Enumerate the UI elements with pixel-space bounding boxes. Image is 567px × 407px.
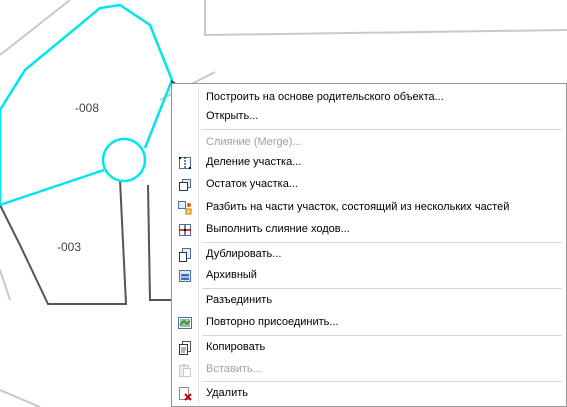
menu-separator (202, 129, 562, 130)
menu-item-delete[interactable]: Удалить (174, 383, 564, 405)
menu-item-label: Удалить (206, 387, 248, 399)
menu-item-label: Открыть... (206, 110, 259, 122)
menu-item-archive[interactable]: Архивный (174, 265, 564, 287)
context-menu: Построить на основе родительского объект… (171, 83, 567, 407)
menu-item-label: Повторно присоединить... (206, 316, 339, 328)
paste-icon (179, 364, 191, 377)
menu-item-copy[interactable]: Копировать (174, 337, 564, 359)
menu-item-label: Выполнить слияние ходов... (206, 223, 350, 235)
menu-separator (202, 335, 562, 336)
parcel-boundaries (0, 179, 171, 305)
duplicate-icon (179, 248, 191, 262)
menu-item-label: Построить на основе родительского объект… (206, 91, 444, 103)
delete-icon (179, 387, 192, 401)
menu-item-label: Дублировать... (206, 248, 282, 260)
menu-separator (202, 242, 562, 243)
menu-item-label: Слияние (Merge)... (206, 136, 302, 148)
explode-multipart-icon (178, 201, 192, 215)
parcel-label-008: -008 (75, 101, 100, 115)
menu-item-merge-courses[interactable]: Выполнить слияние ходов... (174, 219, 564, 241)
menu-item-explode-multipart[interactable]: Разбить на части участок, состоящий из н… (174, 197, 564, 219)
reattach-icon (178, 317, 192, 329)
menu-separator (202, 381, 562, 382)
menu-item-label: Вставить... (206, 363, 262, 375)
parcel-label-003: -003 (57, 240, 82, 254)
menu-item-remainder-parcel[interactable]: Остаток участка... (174, 174, 564, 196)
menu-item-label: Разбить на части участок, состоящий из н… (206, 201, 510, 213)
menu-item-merge: Слияние (Merge)... (174, 132, 564, 154)
divide-parcel-icon (179, 157, 191, 169)
copy-icon (179, 341, 191, 355)
menu-separator (202, 288, 562, 289)
menu-item-label: Копировать (206, 341, 266, 353)
menu-item-paste: Вставить... (174, 359, 564, 381)
menu-item-open[interactable]: Открыть... (174, 106, 564, 128)
menu-item-label: Деление участка... (206, 156, 302, 168)
menu-item-label: Остаток участка... (206, 178, 298, 190)
archive-icon (179, 270, 191, 282)
menu-item-duplicate[interactable]: Дублировать... (174, 244, 564, 266)
menu-item-disconnect[interactable]: Разъединить (174, 290, 564, 312)
menu-item-label: Разъединить (206, 294, 273, 306)
remainder-parcel-icon (179, 179, 191, 191)
menu-item-reattach[interactable]: Повторно присоединить... (174, 312, 564, 334)
menu-item-label: Архивный (206, 269, 257, 281)
menu-item-divide-parcel[interactable]: Деление участка... (174, 152, 564, 174)
merge-courses-icon (179, 224, 191, 236)
